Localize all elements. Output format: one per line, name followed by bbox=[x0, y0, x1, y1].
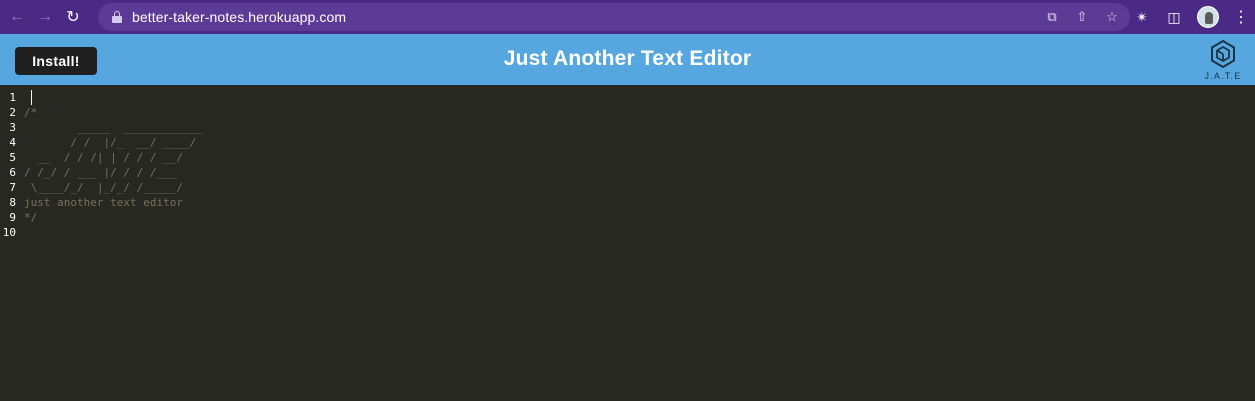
line-number: 1 bbox=[9, 91, 16, 104]
line-number: 6 bbox=[9, 166, 16, 179]
code-line[interactable]: just another text editor bbox=[24, 195, 1255, 210]
code-line[interactable]: /* bbox=[24, 105, 1255, 120]
code-line[interactable]: __ / / /| | / / / __/ bbox=[24, 150, 1255, 165]
code-editor[interactable]: 1 2 3 4 5 6 7 8 9 10 /* _____ __________… bbox=[0, 85, 1255, 401]
open-external-icon[interactable]: ⧉ bbox=[1044, 9, 1060, 25]
lock-icon[interactable] bbox=[112, 11, 122, 23]
arrow-right-icon[interactable]: → bbox=[34, 6, 56, 28]
browser-toolbar: ← → ↻ better-taker-notes.herokuapp.com ⧉… bbox=[0, 0, 1255, 34]
line-number: 5 bbox=[9, 151, 16, 164]
code-line[interactable] bbox=[24, 225, 1255, 240]
code-line[interactable]: _____ ____________ bbox=[24, 120, 1255, 135]
code-line[interactable] bbox=[24, 90, 1255, 105]
sidebar-icon[interactable]: ◫ bbox=[1165, 9, 1183, 26]
app-header: Just Another Text Editor Install! J.A.T.… bbox=[0, 34, 1255, 85]
line-number: 8 bbox=[9, 196, 16, 209]
url-text[interactable]: better-taker-notes.herokuapp.com bbox=[132, 9, 346, 25]
logo-text: J.A.T.E bbox=[1204, 71, 1242, 81]
share-icon[interactable]: ⇧ bbox=[1074, 9, 1090, 25]
line-gutter: 1 2 3 4 5 6 7 8 9 10 bbox=[0, 90, 20, 240]
address-bar[interactable]: better-taker-notes.herokuapp.com ⧉ ⇧ ☆ bbox=[98, 3, 1130, 31]
line-number: 2 bbox=[9, 106, 16, 119]
logo: J.A.T.E bbox=[1200, 40, 1246, 82]
code-line[interactable]: \____/_/ |_/_/ /_____/ bbox=[24, 180, 1255, 195]
page-title: Just Another Text Editor bbox=[503, 47, 752, 70]
code-line[interactable]: / /_/ / ___ |/ / / /___ bbox=[24, 165, 1255, 180]
code-line[interactable]: / / |/_ __/ ____/ bbox=[24, 135, 1255, 150]
install-button[interactable]: Install! bbox=[15, 47, 97, 75]
puzzle-icon[interactable]: ✴ bbox=[1133, 9, 1151, 26]
line-number: 4 bbox=[9, 136, 16, 149]
line-number: 3 bbox=[9, 121, 16, 134]
jate-logo-icon bbox=[1211, 40, 1235, 68]
more-vertical-icon[interactable]: ⋮ bbox=[1233, 7, 1249, 27]
line-number: 10 bbox=[2, 226, 16, 239]
line-number: 9 bbox=[9, 211, 16, 224]
avatar[interactable] bbox=[1197, 6, 1219, 28]
star-icon[interactable]: ☆ bbox=[1104, 9, 1120, 25]
code-line[interactable]: */ bbox=[24, 210, 1255, 225]
arrow-left-icon[interactable]: ← bbox=[6, 6, 28, 28]
line-number: 7 bbox=[9, 181, 16, 194]
text-cursor bbox=[31, 90, 32, 105]
reload-icon[interactable]: ↻ bbox=[62, 6, 84, 28]
code-content[interactable]: /* _____ ____________ / / |/_ __/ ____/ … bbox=[24, 90, 1255, 240]
